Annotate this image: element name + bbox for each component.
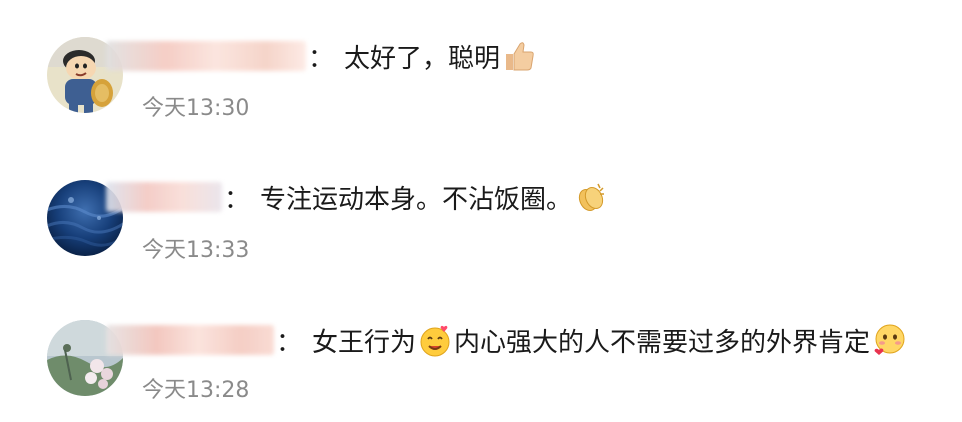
comment-text: 女王行为 (312, 327, 417, 358)
comment-item: ： 专注运动本身。不沾饭圈。 今天13:33 (0, 140, 962, 263)
username-blurred[interactable] (106, 182, 222, 212)
smiling-hearts-icon (418, 323, 452, 357)
comment-line: ： 太好了，聪明 (106, 36, 538, 76)
comment-text: 太好了，聪明 (344, 43, 501, 74)
separator: ： (224, 184, 251, 215)
username-blurred[interactable] (106, 325, 274, 355)
blushing-heart-icon (872, 323, 906, 357)
comment-text-continued: 内心强大的人不需要过多的外界肯定 (454, 327, 871, 358)
comment-item: ： 女王行为 内心强大的人不需要过多的外界肯定 今天13:28 (0, 282, 962, 403)
comment-text: 专注运动本身。不沾饭圈。 (260, 184, 573, 215)
comment-line: ： 专注运动本身。不沾饭圈。 (106, 177, 610, 217)
separator: ： (308, 43, 335, 74)
thumbs-up-icon (502, 39, 536, 73)
comment-time: 今天13:33 (142, 238, 250, 263)
clapping-hands-icon (574, 180, 608, 214)
comment-feed: ： 太好了，聪明 今天13:30 ： 专注运动本身。不沾饭圈。 今天13:33 … (0, 0, 962, 422)
username-blurred[interactable] (106, 41, 306, 71)
comment-line: ： 女王行为 内心强大的人不需要过多的外界肯定 (106, 320, 908, 360)
comment-time: 今天13:30 (142, 96, 250, 121)
separator: ： (276, 327, 303, 358)
comment-item: ： 太好了，聪明 今天13:30 (0, 0, 962, 121)
comment-time: 今天13:28 (142, 378, 250, 403)
